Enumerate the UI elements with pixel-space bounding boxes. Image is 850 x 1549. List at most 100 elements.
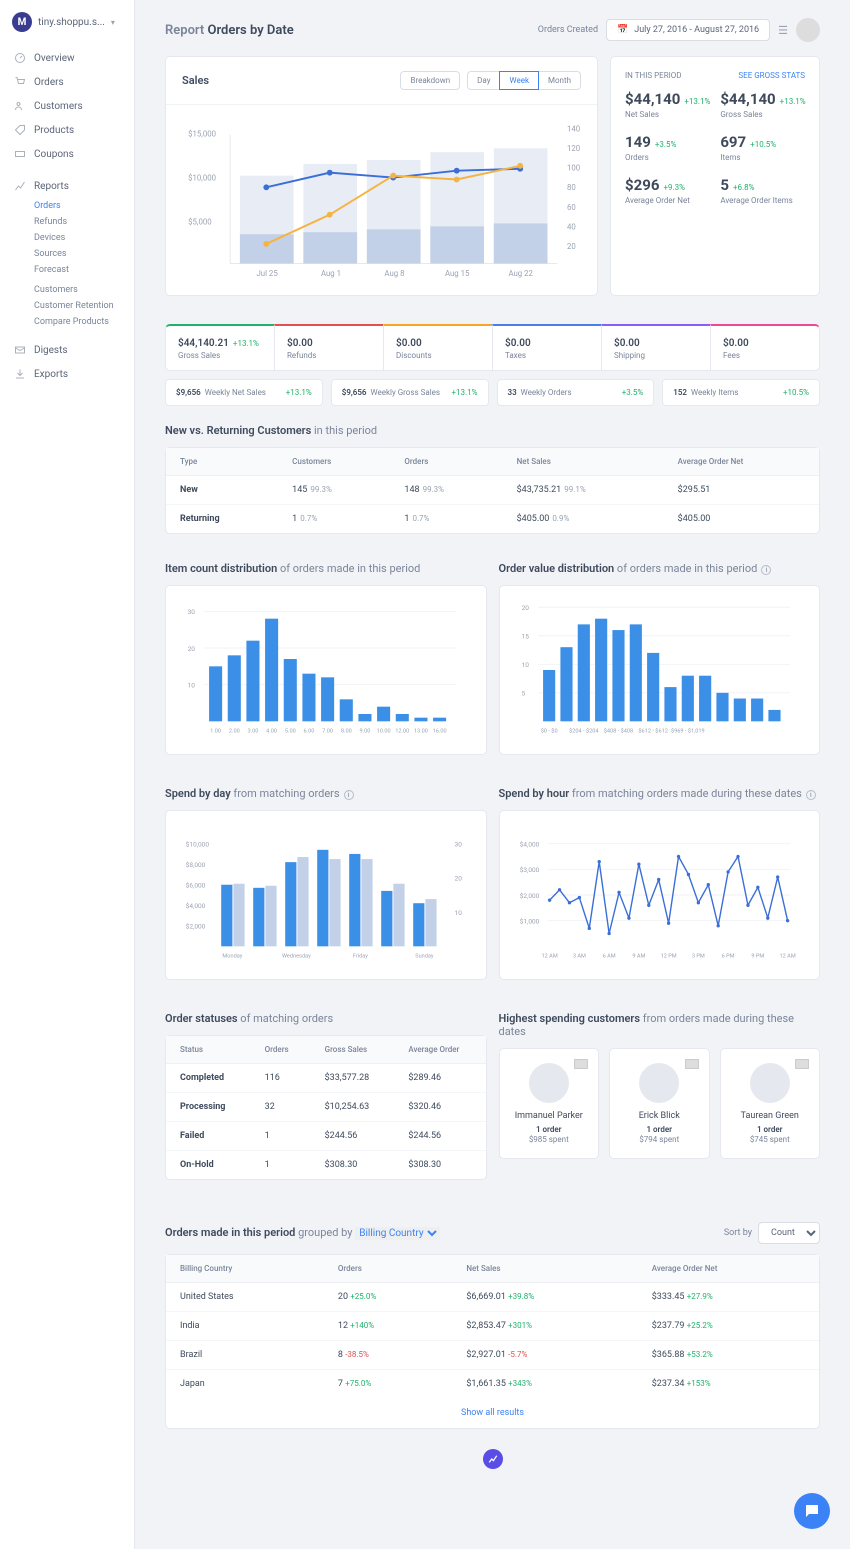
nav-overview[interactable]: Overview — [0, 46, 134, 70]
table-row[interactable]: Failed1$244.56$244.56 — [166, 1122, 486, 1151]
nav-orders[interactable]: Orders — [0, 70, 134, 94]
weekly-item: $9,656Weekly Gross Sales+13.1% — [331, 379, 489, 406]
svg-text:1.00: 1.00 — [210, 729, 221, 735]
svg-text:3 AM: 3 AM — [572, 954, 585, 960]
table-row[interactable]: Returning10.7%10.7%$405.000.9%$405.00 — [166, 505, 819, 534]
table-row[interactable]: United States20 +25.0%$6,669.01 +39.8%$3… — [166, 1283, 819, 1312]
svg-text:10: 10 — [521, 661, 529, 669]
statuses-table: StatusOrdersGross SalesAverage Order Com… — [166, 1036, 486, 1179]
mail-icon — [14, 344, 26, 356]
sort-select[interactable]: Count — [758, 1222, 820, 1244]
table-row[interactable]: Brazil8 -38.5%$2,927.01 -5.7%$365.88 +53… — [166, 1341, 819, 1370]
nav-exports[interactable]: Exports — [0, 362, 134, 386]
svg-text:$8,000: $8,000 — [186, 861, 206, 869]
statuses-title: Order statuses of matching orders — [165, 1012, 487, 1025]
svg-text:$204 - $204: $204 - $204 — [569, 728, 599, 735]
nav-sub-forecast[interactable]: Forecast — [0, 262, 134, 278]
nav-sub-sources[interactable]: Sources — [0, 246, 134, 262]
date-range-picker[interactable]: 📅 July 27, 2016 - August 27, 2016 — [606, 19, 770, 41]
seg-day[interactable]: Day — [467, 71, 500, 90]
svg-text:9 AM: 9 AM — [632, 954, 645, 960]
chat-icon — [803, 1502, 821, 1520]
kpi-avg-net: $296+9.3%Average Order Net — [625, 176, 710, 205]
customer-avatar — [750, 1063, 790, 1103]
svg-text:12 AM: 12 AM — [779, 954, 795, 960]
metric-tile[interactable]: $44,140.21+13.1%Gross Sales — [165, 324, 275, 371]
table-row[interactable]: India12 +140%$2,853.47 +301%$237.79 +25.… — [166, 1312, 819, 1341]
svg-text:10: 10 — [188, 681, 196, 689]
nav-digests[interactable]: Digests — [0, 338, 134, 362]
svg-text:20: 20 — [455, 875, 463, 883]
metric-tile[interactable]: $0.00Fees — [710, 324, 820, 371]
customer-card[interactable]: Immanuel Parker1 order$985 spent — [499, 1048, 600, 1159]
nav-sub-orders[interactable]: Orders — [0, 198, 134, 214]
table-row[interactable]: Processing32$10,254.63$320.46 — [166, 1093, 486, 1122]
info-icon[interactable]: i — [344, 790, 354, 800]
group-by-select[interactable]: Billing Country — [355, 1227, 440, 1240]
svg-text:Aug 22: Aug 22 — [508, 269, 533, 278]
calendar-icon: 📅 — [617, 25, 628, 35]
svg-text:60: 60 — [567, 203, 576, 212]
kpi-items: 697+10.5%Items — [720, 133, 805, 162]
nav-customers[interactable]: Customers — [0, 94, 134, 118]
table-row[interactable]: On-Hold1$308.30$308.30 — [166, 1151, 486, 1180]
svg-text:$10,000: $10,000 — [188, 173, 216, 182]
item-dist-title: Item count distribution of orders made i… — [165, 562, 487, 575]
weekly-item: $9,656Weekly Net Sales+13.1% — [165, 379, 323, 406]
gross-stats-link[interactable]: SEE GROSS STATS — [738, 71, 805, 80]
sales-chart: $15,000 $10,000 $5,000 140 120 100 80 60… — [166, 105, 597, 295]
kpi-period-label: IN THIS PERIOD — [625, 71, 682, 80]
kpi-gross-sales: $44,140+13.1%Gross Sales — [720, 90, 805, 119]
svg-text:30: 30 — [188, 608, 196, 616]
nav-sub-compare[interactable]: Compare Products — [0, 314, 134, 330]
page-header: Report Orders by Date Orders Created 📅 J… — [165, 18, 820, 42]
nav-sub-devices[interactable]: Devices — [0, 230, 134, 246]
svg-text:2.00: 2.00 — [229, 729, 240, 735]
period-segment: Day Week Month — [468, 71, 581, 90]
main-content: Report Orders by Date Orders Created 📅 J… — [135, 0, 850, 1487]
user-avatar[interactable] — [796, 18, 820, 42]
table-row[interactable]: New14599.3%14899.3%$43,735.2199.1%$295.5… — [166, 476, 819, 505]
metric-tile[interactable]: $0.00Refunds — [274, 324, 384, 371]
chart-icon — [14, 180, 26, 192]
info-icon[interactable]: i — [761, 565, 771, 575]
nvr-table-card: TypeCustomersOrdersNet SalesAverage Orde… — [165, 447, 820, 534]
grouped-header: Orders made in this period grouped by Bi… — [165, 1222, 820, 1244]
weekly-item: 152Weekly Items+10.5% — [662, 379, 820, 406]
metric-tile[interactable]: $0.00Discounts — [383, 324, 493, 371]
seg-month[interactable]: Month — [538, 71, 581, 90]
customer-avatar — [639, 1063, 679, 1103]
nav-sub-retention[interactable]: Customer Retention — [0, 298, 134, 314]
svg-text:$969 - $1,019: $969 - $1,019 — [670, 728, 704, 735]
metric-tile[interactable]: $0.00Taxes — [492, 324, 602, 371]
value-dist-chart: 5101520$0 - $0$204 - $204$408 - $408$612… — [499, 585, 821, 755]
item-dist-chart: 1020301.002.003.004.005.006.007.008.009.… — [165, 585, 487, 755]
brand[interactable]: M tiny.shoppu.s... ▾ — [0, 12, 134, 46]
nav-products[interactable]: Products — [0, 118, 134, 142]
breakdown-button[interactable]: Breakdown — [400, 71, 460, 90]
svg-text:Aug 8: Aug 8 — [384, 269, 404, 278]
customer-card[interactable]: Taurean Green1 order$745 spent — [720, 1048, 821, 1159]
nvr-title: New vs. Returning Customers in this peri… — [165, 424, 820, 437]
nav-reports[interactable]: Reports — [0, 174, 134, 198]
info-icon[interactable]: i — [806, 790, 816, 800]
customer-card[interactable]: Erick Blick1 order$794 spent — [609, 1048, 710, 1159]
svg-text:$408 - $408: $408 - $408 — [603, 728, 632, 735]
weekly-stats: $9,656Weekly Net Sales+13.1% $9,656Weekly… — [165, 379, 820, 406]
table-row[interactable]: Japan7 +75.0%$1,661.35 +343%$237.34 +153… — [166, 1370, 819, 1399]
seg-week[interactable]: Week — [499, 71, 539, 90]
nav-coupons[interactable]: Coupons — [0, 142, 134, 166]
nav-sub-customers[interactable]: Customers — [0, 282, 134, 298]
table-row[interactable]: Completed116$33,577.28$289.46 — [166, 1064, 486, 1093]
metric-tile[interactable]: $0.00Shipping — [601, 324, 711, 371]
svg-text:$5,000: $5,000 — [188, 217, 211, 226]
sort-label: Sort by — [724, 1228, 752, 1238]
kpi-orders: 149+3.5%Orders — [625, 133, 710, 162]
nav-sub-refunds[interactable]: Refunds — [0, 214, 134, 230]
spend-day-chart: $2,000$4,000$6,000$8,000$10,000102030Mon… — [165, 810, 487, 980]
menu-icon[interactable]: ☰ — [778, 24, 788, 37]
chat-fab[interactable] — [794, 1493, 830, 1529]
orders-created-label: Orders Created — [538, 25, 598, 35]
show-all-link[interactable]: Show all results — [166, 1398, 819, 1428]
footer-badge[interactable] — [483, 1449, 503, 1469]
